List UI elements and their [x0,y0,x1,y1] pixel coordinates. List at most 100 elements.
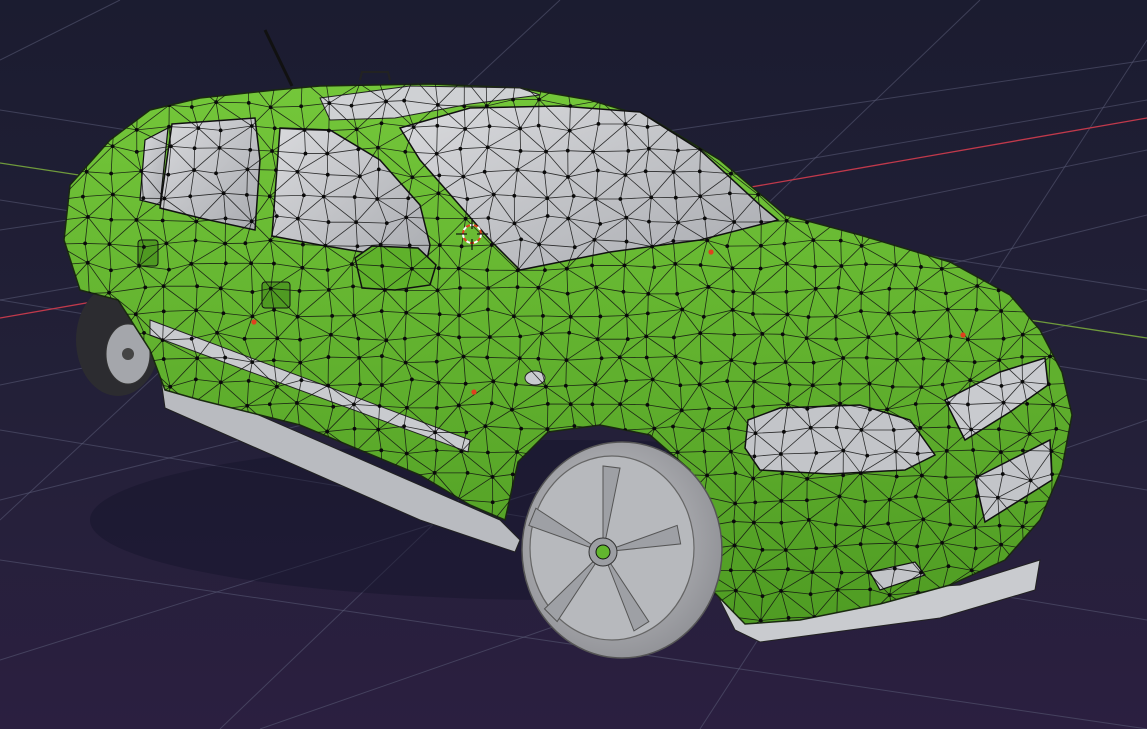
mesh-vertex [81,76,85,80]
mesh-vertex [732,79,736,83]
mesh-vertex [60,428,64,432]
mesh-vertex [1082,336,1086,340]
mesh-vertex [542,170,547,175]
mesh-vertex [192,146,197,151]
mesh-vertex [379,121,384,126]
mesh-vertex [915,216,920,220]
mesh-vertex [1021,285,1026,290]
mesh-vertex [914,286,918,291]
mesh-vertex [568,402,573,407]
mesh-vertex [1075,432,1079,436]
mesh-vertex [890,78,894,82]
mesh-vertex [779,589,783,593]
mesh-vertex [833,544,838,549]
mesh-vertex [245,403,250,408]
mesh-vertex [1020,354,1024,359]
mesh-vertex [249,261,254,266]
mesh-vertex [136,405,141,410]
mesh-vertex [760,594,765,599]
mesh-vertex [837,494,842,499]
mesh-vertex [537,242,542,247]
mesh-vertex [1082,81,1086,85]
mesh-vertex [971,617,976,622]
mesh-vertex [887,497,892,502]
mesh-vertex [1048,641,1052,645]
mesh-vertex [1049,449,1054,454]
mesh-vertex [675,291,680,296]
mesh-vertex [595,337,600,342]
mesh-vertex [460,611,465,616]
mesh-vertex [58,292,62,296]
mesh-vertex [380,383,384,387]
mesh-vertex [946,425,951,429]
mesh-vertex [729,449,733,454]
mesh-vertex [544,384,548,389]
mesh-vertex [83,241,88,246]
mesh-vertex [377,404,382,408]
mesh-vertex [866,335,871,340]
mesh-vertex [519,642,523,646]
mesh-vertex [998,241,1002,246]
mesh-vertex [110,192,115,197]
mesh-vertex [887,286,892,291]
mesh-vertex [865,151,870,156]
mesh-vertex [593,197,598,201]
mesh-vertex [650,244,655,249]
mesh-vertex [760,547,765,552]
mesh-vertex [1079,542,1083,546]
mesh-vertex [465,197,470,201]
mesh-vertex [465,471,470,475]
mesh-vertex [354,635,358,639]
mesh-vertex [782,75,786,79]
mesh-vertex [327,101,332,105]
mesh-vertex [1022,214,1027,219]
mesh-vertex [270,612,275,617]
mesh-vertex [810,570,815,575]
mesh-vertex [244,193,249,197]
mesh-vertex [54,379,58,383]
mesh-vertex [948,522,952,527]
mesh-vertex [974,307,979,312]
mesh-vertex [57,263,61,267]
mesh-vertex [221,311,226,316]
mesh-vertex [811,238,816,242]
mesh-vertex [326,288,331,292]
mesh-vertex [1079,171,1083,175]
mesh-vertex [858,542,863,547]
mesh-vertex [783,548,788,552]
mesh-vertex [813,286,818,291]
mesh-vertex [838,401,842,406]
mesh-vertex [939,266,944,271]
mesh-vertex [567,330,572,335]
mesh-vertex [351,284,355,289]
mesh-vertex [836,100,841,105]
mesh-vertex [970,244,974,249]
mesh-vertex [510,407,514,412]
mesh-vertex [779,498,784,503]
mesh-vertex [487,335,492,339]
mesh-vertex [189,105,194,109]
mesh-vertex [939,122,944,126]
mesh-vertex [671,100,675,105]
mesh-vertex [786,402,790,407]
antenna [263,29,294,87]
mesh-vertex [617,84,622,86]
mesh-vertex [82,589,87,594]
mesh-vertex [461,354,466,359]
mesh-vertex [355,244,360,249]
mesh-vertex [565,291,570,296]
mesh-vertex [889,103,894,108]
mesh-vertex [164,634,168,638]
mesh-vertex [675,76,679,80]
mesh-vertex [1073,102,1077,106]
mesh-vertex [1001,639,1005,643]
mesh-vertex [194,219,199,224]
mesh-vertex [193,238,198,243]
mesh-vertex [485,355,490,360]
mesh-vertex [591,149,596,154]
3d-viewport[interactable] [0,0,1147,729]
mesh-vertex [432,470,437,475]
viewport-scene[interactable] [0,0,1147,729]
mesh-vertex [250,314,255,319]
mesh-vertex [323,243,328,248]
